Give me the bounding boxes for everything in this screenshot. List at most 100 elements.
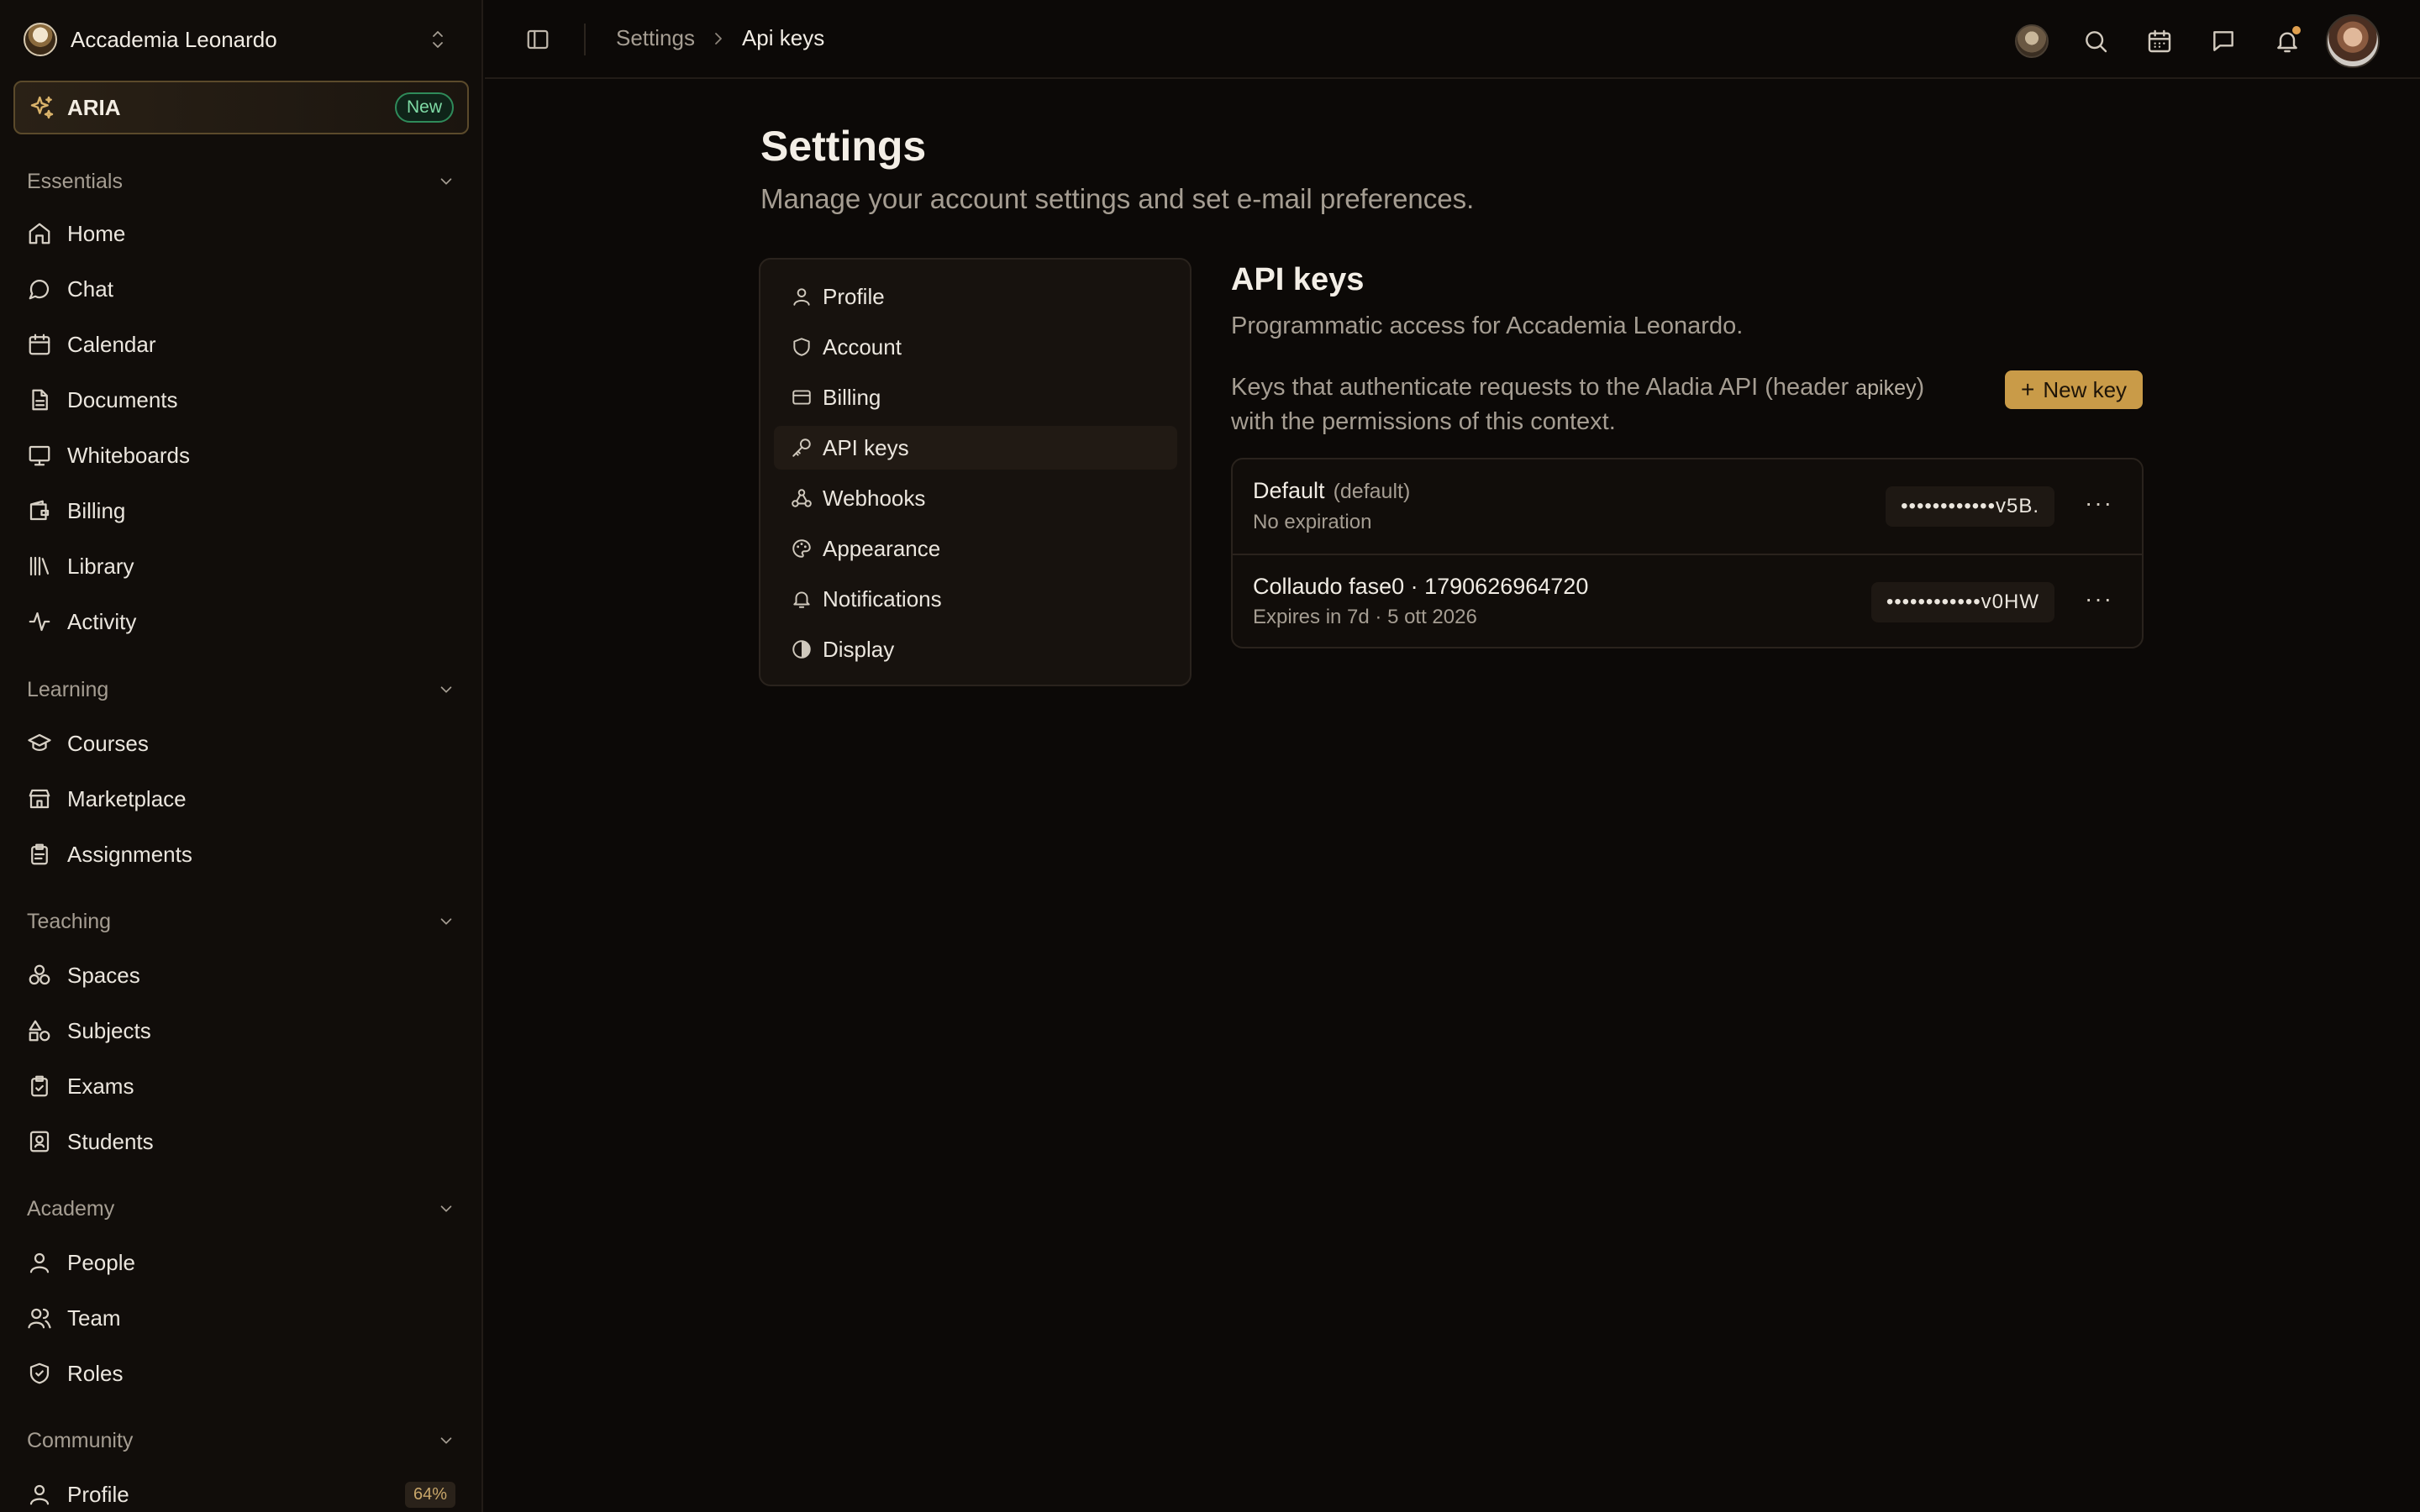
section-title: Essentials: [27, 169, 123, 193]
org-logo: [24, 23, 57, 56]
breadcrumb-current: Api keys: [741, 25, 825, 50]
section-title: Community: [27, 1428, 134, 1452]
section-title: Learning: [27, 677, 109, 701]
user-avatar[interactable]: [2326, 14, 2380, 68]
sidebar-item-activity[interactable]: Activity: [27, 601, 455, 642]
page-title: Settings: [760, 123, 927, 170]
section-essentials[interactable]: Essentials: [27, 165, 455, 198]
chevron-down-icon: [437, 1431, 455, 1450]
plus-icon: +: [2020, 376, 2035, 402]
settings-tab-api-keys[interactable]: API keys: [774, 426, 1177, 470]
sidebar-item-people[interactable]: People: [27, 1242, 455, 1283]
section-academy[interactable]: Academy: [27, 1192, 455, 1226]
divider: [584, 24, 586, 55]
sidebar-item-home[interactable]: Home: [27, 213, 455, 254]
user-icon: [791, 286, 813, 307]
api-key-row: Collaudo fase0 · 1790626964720 Expires i…: [1233, 554, 2142, 648]
settings-tab-billing[interactable]: Billing: [774, 375, 1177, 419]
settings-tab-account[interactable]: Account: [774, 325, 1177, 369]
sidebar-item-label: Exams: [67, 1073, 134, 1099]
settings-tab-profile[interactable]: Profile: [774, 275, 1177, 318]
more-options-icon[interactable]: ···: [2085, 585, 2113, 612]
chevron-down-icon: [437, 680, 455, 699]
sidebar-item-assignments[interactable]: Assignments: [27, 834, 455, 874]
sidebar-item-team[interactable]: Team: [27, 1298, 455, 1338]
desc-text: Keys that authenticate requests to the A…: [1231, 374, 1856, 401]
document-icon: [27, 387, 52, 412]
sidebar-item-roles[interactable]: Roles: [27, 1353, 455, 1394]
shield-icon: [791, 336, 813, 358]
home-icon: [27, 221, 52, 246]
id-card-icon: [27, 1129, 52, 1154]
aria-button[interactable]: ARIA New: [13, 81, 469, 134]
api-keys-title: API keys: [1231, 262, 1365, 297]
section-teaching[interactable]: Teaching: [27, 905, 455, 938]
sidebar-item-calendar[interactable]: Calendar: [27, 324, 455, 365]
sidebar-item-whiteboards[interactable]: Whiteboards: [27, 435, 455, 475]
sidebar-item-documents[interactable]: Documents: [27, 380, 455, 420]
clipboard-check-icon: [27, 1074, 52, 1099]
breadcrumb-settings[interactable]: Settings: [616, 25, 695, 51]
settings-tab-label: Display: [823, 636, 895, 662]
chevron-down-icon: [437, 912, 455, 931]
calendar-button[interactable]: [2134, 16, 2185, 66]
api-key-row: Default (default) No expiration •••••••••…: [1233, 459, 2142, 554]
more-options-icon[interactable]: ···: [2085, 490, 2113, 517]
shield-check-icon: [27, 1361, 52, 1386]
sidebar-item-label: Spaces: [67, 962, 140, 988]
chat-icon: [27, 276, 52, 302]
key-name-text: Default: [1253, 478, 1325, 503]
org-switcher[interactable]: Accademia Leonardo: [24, 22, 460, 57]
chevron-up-down-icon: [429, 28, 447, 51]
org-name: Accademia Leonardo: [71, 26, 277, 52]
palette-icon: [791, 538, 813, 559]
sidebar-item-spaces[interactable]: Spaces: [27, 955, 455, 995]
api-key-masked-value[interactable]: ••••••••••••v0HW: [1870, 582, 2054, 622]
sidebar-item-marketplace[interactable]: Marketplace: [27, 779, 455, 819]
sidebar-item-label: Billing: [67, 497, 126, 523]
section-learning[interactable]: Learning: [27, 673, 455, 706]
section-title: Teaching: [27, 909, 112, 933]
sidebar-item-label: People: [67, 1249, 135, 1275]
sidebar-item-label: Home: [67, 220, 126, 246]
chevron-right-icon: [710, 29, 727, 49]
chevron-down-icon: [437, 1200, 455, 1218]
messages-button[interactable]: [2198, 16, 2249, 66]
sidebar-item-library[interactable]: Library: [27, 546, 455, 586]
contrast-icon: [791, 638, 813, 660]
sidebar-item-chat[interactable]: Chat: [27, 269, 455, 309]
api-keys-subtitle: Programmatic access for Accademia Leonar…: [1231, 312, 1744, 339]
org-avatar-button[interactable]: [2007, 16, 2057, 66]
wallet-icon: [27, 498, 52, 523]
section-community[interactable]: Community: [27, 1424, 455, 1457]
key-name-text: Collaudo fase0 · 1790626964720: [1253, 574, 1589, 599]
sidebar-item-subjects[interactable]: Subjects: [27, 1011, 455, 1051]
settings-tab-webhooks[interactable]: Webhooks: [774, 476, 1177, 520]
search-button[interactable]: [2070, 16, 2121, 66]
settings-tab-display[interactable]: Display: [774, 627, 1177, 671]
sidebar-item-profile[interactable]: Profile 64%: [27, 1474, 455, 1512]
sparkle-icon: [29, 94, 55, 121]
aria-label: ARIA: [67, 94, 121, 120]
api-key-name: Default (default): [1253, 478, 1410, 504]
sidebar-item-courses[interactable]: Courses: [27, 723, 455, 764]
sidebar-item-students[interactable]: Students: [27, 1121, 455, 1162]
settings-tab-appearance[interactable]: Appearance: [774, 527, 1177, 570]
sidebar-item-exams[interactable]: Exams: [27, 1066, 455, 1106]
user-icon: [27, 1250, 52, 1275]
sidebar-item-label: Documents: [67, 386, 178, 412]
topbar-actions: [1993, 14, 2380, 68]
api-key-masked-value[interactable]: ••••••••••••v5B.: [1886, 486, 2054, 527]
whiteboard-icon: [27, 443, 52, 468]
sidebar-item-billing[interactable]: Billing: [27, 491, 455, 531]
sidebar-item-label: Marketplace: [67, 785, 187, 811]
topbar: Settings Api keys: [485, 0, 2420, 79]
notifications-button[interactable]: [2262, 16, 2312, 66]
new-key-button[interactable]: + New key: [2005, 370, 2143, 409]
new-badge: New: [394, 92, 454, 123]
settings-tab-label: Notifications: [823, 585, 942, 612]
settings-tab-notifications[interactable]: Notifications: [774, 577, 1177, 621]
settings-nav: Profile Account Billing API keys Webhook…: [759, 258, 1192, 686]
sidebar-toggle-icon[interactable]: [525, 27, 550, 52]
calendar-icon: [27, 332, 52, 357]
